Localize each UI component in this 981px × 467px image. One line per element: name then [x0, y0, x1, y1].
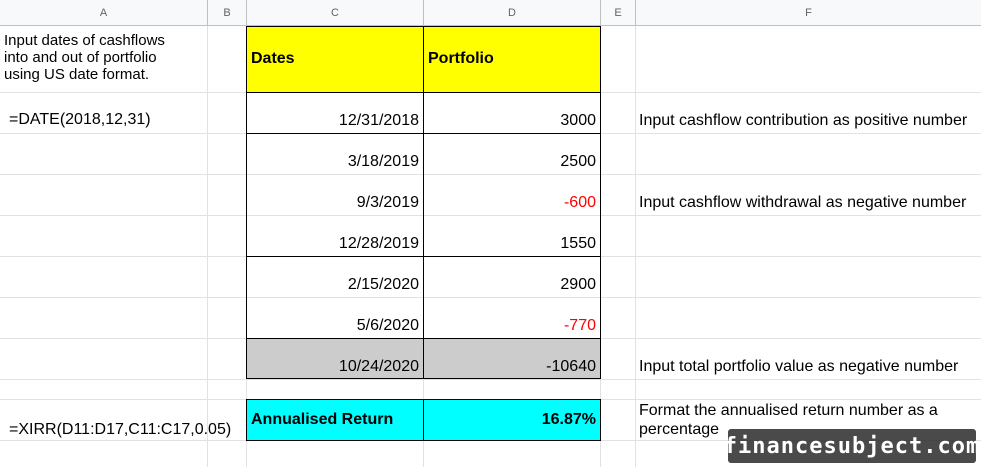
portfolio-cell[interactable]: 2500 — [424, 134, 600, 174]
portfolio-cell[interactable]: 1550 — [424, 216, 600, 256]
date-cell-total[interactable]: 10/24/2020 — [247, 339, 423, 378]
cell-annualised-return-value[interactable]: 16.87% — [423, 399, 601, 441]
date-cell[interactable]: 3/18/2019 — [247, 134, 423, 174]
note-line: using US date format. — [4, 66, 150, 83]
note-line: Format the annualised return number as a — [639, 402, 938, 419]
date-cell[interactable]: 9/3/2019 — [247, 175, 423, 215]
note-line: into and out of portfolio — [4, 49, 157, 66]
portfolio-cell-negative[interactable]: -770 — [424, 298, 600, 338]
cell-note-total[interactable]: Input total portfolio value as negative … — [639, 339, 979, 378]
date-cell[interactable]: 12/31/2018 — [247, 93, 423, 133]
cell-portfolio-header[interactable]: Portfolio — [423, 26, 601, 93]
cell-dates-header[interactable]: Dates — [246, 26, 424, 93]
cell-xirr-formula[interactable]: =XIRR(D11:D17,C11:C17,0.05) — [5, 400, 245, 440]
watermark-logo: financesubject.com — [724, 429, 979, 463]
portfolio-cell[interactable]: 3000 — [424, 93, 600, 133]
date-cell[interactable]: 12/28/2019 — [247, 216, 423, 256]
cell-note-negative[interactable]: Input cashflow withdrawal as negative nu… — [639, 175, 979, 215]
column-header-a[interactable]: A — [0, 0, 208, 26]
column-header-c[interactable]: C — [247, 0, 424, 26]
date-cell[interactable]: 5/6/2020 — [247, 298, 423, 338]
cell-date-formula[interactable]: =DATE(2018,12,31) — [5, 92, 205, 133]
grid-line — [0, 379, 981, 380]
column-header-f[interactable]: F — [636, 0, 981, 26]
cell-note-positive[interactable]: Input cashflow contribution as positive … — [639, 93, 979, 133]
cell-a-note[interactable]: Input dates of cashflows into and out of… — [0, 32, 207, 90]
portfolio-cell-total[interactable]: -10640 — [424, 339, 600, 378]
column-header-e[interactable]: E — [601, 0, 636, 26]
note-line: Input dates of cashflows — [4, 32, 165, 49]
column-header-b[interactable]: B — [208, 0, 247, 26]
cell-annualised-return-label[interactable]: Annualised Return — [246, 399, 424, 441]
portfolio-cell[interactable]: 2900 — [424, 257, 600, 297]
spreadsheet-grid: A B C D E F Input dates of cashflows int… — [0, 0, 981, 467]
date-cell[interactable]: 2/15/2020 — [247, 257, 423, 297]
portfolio-cell-negative[interactable]: -600 — [424, 175, 600, 215]
column-header-d[interactable]: D — [424, 0, 601, 26]
